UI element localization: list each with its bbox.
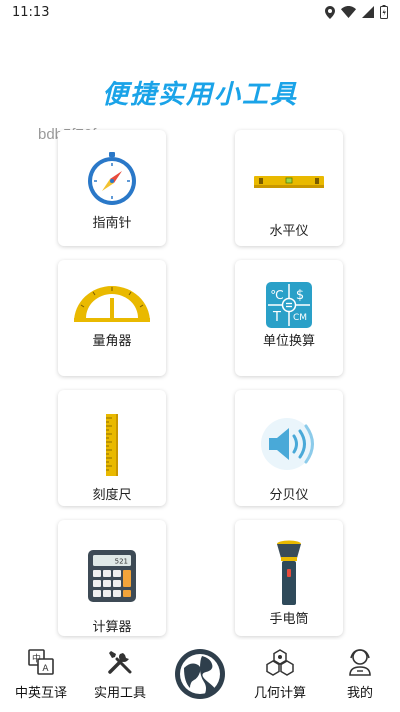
tool-flashlight[interactable]: 手电筒 [235, 520, 343, 636]
tool-label: 量角器 [92, 334, 132, 349]
svg-text:中: 中 [32, 653, 41, 665]
tool-label: 手电筒 [269, 612, 309, 627]
unit-conversion-icon: ℃ $ T CM [235, 282, 343, 328]
tool-decibel-meter[interactable]: 分贝仪 [235, 390, 343, 506]
tools-grid: 指南针 水平仪 量角器 ℃ $ T CM 单位换算 刻度尺 分贝仪 521 计算… [0, 0, 400, 640]
svg-text:CM: CM [293, 313, 307, 323]
protractor-icon [58, 284, 166, 324]
compass-icon [58, 152, 166, 206]
nav-geometry[interactable]: 几何计算 [245, 640, 315, 712]
nav-label: 中英互译 [14, 686, 67, 701]
nav-label: 几何计算 [253, 686, 306, 701]
speaker-icon [235, 418, 343, 470]
svg-text:℃: ℃ [270, 288, 283, 302]
ruler-icon [58, 414, 166, 476]
tool-calculator[interactable]: 521 计算器 [58, 520, 166, 636]
nav-home-globe[interactable] [174, 648, 226, 700]
calculator-icon: 521 [58, 550, 166, 602]
tool-compass[interactable]: 指南针 [58, 130, 166, 246]
tool-label: 水平仪 [269, 224, 309, 239]
tool-label: 单位换算 [262, 334, 315, 349]
nav-label: 实用工具 [93, 686, 146, 701]
tool-label: 分贝仪 [269, 488, 309, 503]
tool-spirit-level[interactable]: 水平仪 [235, 130, 343, 246]
bottom-nav: 中 A 中英互译 实用工具 几何计算 我的 [0, 640, 400, 712]
tool-label: 刻度尺 [92, 488, 132, 503]
tool-ruler[interactable]: 刻度尺 [58, 390, 166, 506]
tool-protractor[interactable]: 量角器 [58, 260, 166, 376]
nav-profile[interactable]: 我的 [325, 640, 395, 712]
nav-label: 我的 [346, 686, 373, 701]
nav-translate[interactable]: 中 A 中英互译 [6, 640, 76, 712]
svg-text:A: A [42, 664, 49, 674]
svg-text:T: T [272, 310, 281, 325]
tool-label: 指南针 [92, 216, 132, 231]
profile-icon [325, 648, 395, 676]
translate-icon: 中 A [6, 648, 76, 676]
geometry-icon [245, 648, 315, 676]
flashlight-icon [235, 540, 343, 606]
nav-tools[interactable]: 实用工具 [85, 640, 155, 712]
globe-icon [175, 649, 225, 699]
svg-text:$: $ [296, 288, 304, 303]
tools-icon [85, 648, 155, 676]
spirit-level-icon [235, 174, 343, 190]
calculator-display-text: 521 [115, 558, 128, 566]
tool-unit-conversion[interactable]: ℃ $ T CM 单位换算 [235, 260, 343, 376]
tool-label: 计算器 [92, 620, 132, 635]
